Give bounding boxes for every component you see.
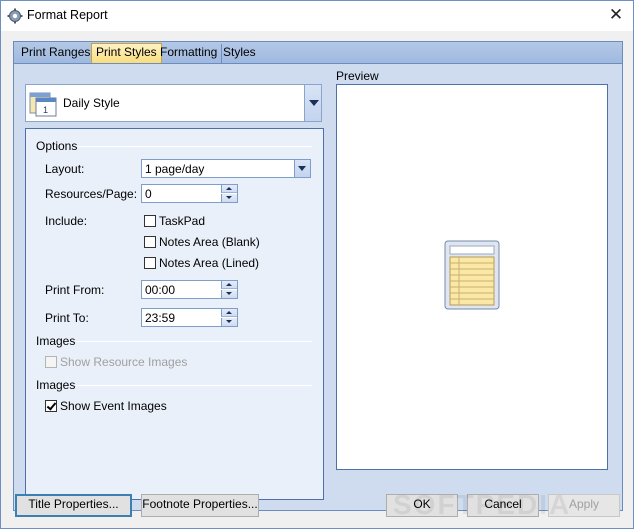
spin-down-button[interactable] — [221, 290, 237, 298]
format-report-dialog: Format Report ✕ Print Ranges Print Style… — [0, 0, 634, 529]
tab-styles[interactable]: Styles — [219, 44, 260, 63]
title-properties-button[interactable]: Title Properties... — [15, 494, 132, 517]
options-panel: Options Layout: 1 page/day Resources/Pag… — [25, 128, 324, 500]
notes-lined-label: Notes Area (Lined) — [159, 256, 260, 270]
style-selector-value: Daily Style — [63, 96, 120, 110]
notes-blank-label: Notes Area (Blank) — [159, 235, 260, 249]
tab-formatting[interactable]: Formatting — [156, 44, 223, 63]
gear-icon — [7, 8, 23, 24]
layout-select[interactable]: 1 page/day — [141, 159, 311, 178]
print-from-spinner[interactable]: 00:00 — [141, 280, 238, 299]
resources-per-page-value: 0 — [145, 187, 152, 201]
spin-up-button[interactable] — [221, 185, 237, 193]
layout-dropdown-arrow[interactable] — [294, 160, 310, 177]
print-to-value: 23:59 — [145, 311, 176, 325]
notes-lined-checkbox[interactable] — [144, 257, 156, 269]
images-group-title-2: Images — [36, 378, 76, 392]
style-dropdown-button[interactable] — [304, 85, 321, 121]
spin-up-button[interactable] — [221, 281, 237, 289]
cancel-button[interactable]: Cancel — [467, 494, 539, 517]
options-group-title: Options — [36, 139, 78, 153]
print-from-label: Print From: — [45, 283, 105, 297]
resources-per-page-spinner[interactable]: 0 — [141, 184, 238, 203]
layout-value: 1 page/day — [145, 162, 205, 176]
resources-per-page-label: Resources/Page: — [45, 187, 138, 201]
tab-strip: Print Ranges Print Styles Formatting Sty… — [13, 41, 623, 64]
images-divider-2 — [76, 385, 312, 386]
dialog-client: Print Ranges Print Styles Formatting Sty… — [1, 31, 633, 528]
taskpad-checkbox[interactable] — [144, 215, 156, 227]
print-styles-panel: 1 Daily Style Options Layout: 1 page/day… — [13, 63, 623, 511]
show-event-images-label: Show Event Images — [60, 399, 167, 413]
taskpad-label: TaskPad — [159, 214, 206, 228]
apply-button: Apply — [548, 494, 620, 517]
style-selector[interactable]: 1 Daily Style — [25, 84, 322, 122]
print-to-spinner[interactable]: 23:59 — [141, 308, 238, 327]
preview-area — [336, 84, 608, 470]
report-page-icon — [444, 240, 500, 310]
preview-label: Preview — [336, 69, 379, 83]
images-group-title: Images — [36, 334, 76, 348]
svg-text:1: 1 — [43, 105, 48, 115]
spin-up-button[interactable] — [221, 309, 237, 317]
print-to-label: Print To: — [45, 311, 89, 325]
ok-button[interactable]: OK — [386, 494, 458, 517]
tab-print-styles[interactable]: Print Styles — [91, 43, 162, 64]
show-event-images-checkbox[interactable] — [45, 400, 57, 412]
images-divider — [76, 341, 312, 342]
close-button[interactable]: ✕ — [599, 1, 633, 29]
print-from-value: 00:00 — [145, 283, 176, 297]
spin-down-button[interactable] — [221, 194, 237, 202]
calendar-icon: 1 — [29, 92, 57, 117]
tab-print-ranges[interactable]: Print Ranges — [17, 44, 96, 63]
footnote-properties-button[interactable]: Footnote Properties... — [141, 494, 259, 517]
include-label: Include: — [45, 214, 88, 228]
title-bar: Format Report ✕ — [1, 1, 633, 31]
notes-blank-checkbox[interactable] — [144, 236, 156, 248]
show-resource-images-label: Show Resource Images — [60, 355, 188, 369]
options-divider — [78, 146, 312, 147]
show-resource-images-checkbox — [45, 356, 57, 368]
window-title: Format Report — [27, 8, 108, 22]
spin-down-button[interactable] — [221, 318, 237, 326]
layout-label: Layout: — [45, 162, 85, 176]
